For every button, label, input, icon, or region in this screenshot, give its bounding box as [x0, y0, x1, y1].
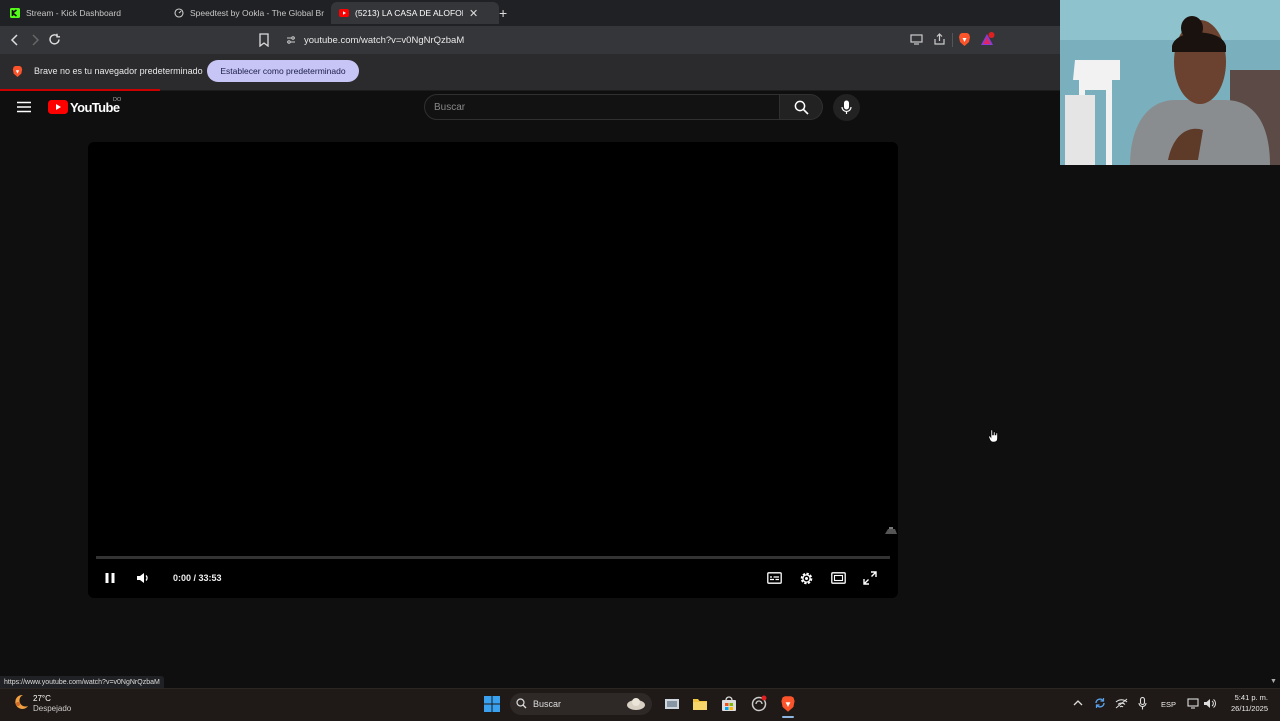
reload-button[interactable]: [47, 32, 62, 47]
weather-widget[interactable]: [12, 693, 30, 711]
volume-icon: [137, 573, 148, 583]
chevron-up-icon: [1073, 700, 1083, 706]
page-load-indicator: [0, 89, 160, 91]
app-button[interactable]: [750, 695, 768, 713]
forward-arrow-icon: [32, 34, 40, 46]
fullscreen-button[interactable]: [860, 568, 880, 588]
folder-icon: [693, 699, 707, 710]
sync-tray-icon[interactable]: [1094, 697, 1106, 709]
region-code: DO: [113, 97, 122, 103]
streamer-webcam-image: [1060, 0, 1280, 165]
clock-time[interactable]: 5:41 p. m.: [1226, 693, 1268, 702]
search-icon: [516, 698, 527, 709]
store-button[interactable]: [721, 696, 737, 712]
start-button[interactable]: [484, 696, 500, 712]
language-indicator[interactable]: ESP: [1161, 700, 1176, 709]
task-view-icon: [665, 699, 679, 709]
theater-mode-icon: [830, 572, 846, 584]
hamburger-menu-icon: [17, 101, 31, 113]
progress-bar[interactable]: [96, 556, 890, 559]
subtitles-icon: [766, 572, 782, 584]
new-tab-button[interactable]: +: [499, 6, 507, 20]
status-bubble-url: https://www.youtube.com/watch?v=v0NgNrQz…: [0, 676, 164, 688]
subtitles-button[interactable]: [764, 568, 784, 588]
app-swirl-icon: [751, 695, 767, 712]
taskbar-search-label[interactable]: Buscar: [533, 699, 561, 709]
weather-temperature[interactable]: 27°C: [33, 694, 51, 703]
brave-lion-icon: [12, 65, 23, 78]
scroll-down-arrow-icon[interactable]: ▼: [1270, 678, 1277, 685]
set-default-button[interactable]: Establecer como predeterminado: [207, 60, 359, 82]
speedtest-icon: [174, 8, 184, 18]
cast-button[interactable]: [910, 34, 923, 45]
url-text[interactable]: youtube.com/watch?v=v0NgNrQzbaM: [304, 35, 464, 46]
address-bar[interactable]: youtube.com/watch?v=v0NgNrQzbaM: [280, 30, 1000, 50]
back-arrow-icon: [10, 34, 18, 46]
bookmark-icon: [259, 33, 269, 47]
time-display: 0:00 / 33:53: [173, 573, 222, 583]
pause-icon: [105, 573, 115, 583]
search-button[interactable]: [780, 94, 823, 120]
player-decoration-icon: [884, 526, 898, 535]
display-tray-icon[interactable]: [1187, 698, 1199, 709]
tab-label: Speedtest by Ookla - The Global Bro: [190, 8, 324, 18]
tab-youtube-active[interactable]: (5213) LA CASA DE ALOFOKE 2 ( ✕: [331, 2, 499, 24]
rewards-triangle-icon: [981, 32, 995, 45]
windows-logo-icon: [484, 696, 500, 712]
mute-button[interactable]: [133, 568, 153, 588]
youtube-logo[interactable]: [48, 100, 68, 114]
site-settings-icon[interactable]: [286, 35, 296, 45]
tab-label: Stream - Kick Dashboard: [26, 8, 121, 18]
toolbar-divider: [952, 33, 953, 47]
video-player[interactable]: [88, 142, 898, 598]
weather-description[interactable]: Despejado: [33, 704, 71, 713]
search-highlight-icon: [626, 696, 646, 712]
brave-lion-icon: [781, 696, 795, 712]
settings-button[interactable]: [796, 568, 816, 588]
volume-tray-icon[interactable]: [1203, 698, 1216, 709]
file-explorer-button[interactable]: [692, 696, 708, 712]
weather-moon-icon: [15, 694, 28, 709]
youtube-icon: [339, 8, 349, 18]
tab-speedtest[interactable]: Speedtest by Ookla - The Global Bro: [170, 2, 324, 24]
brave-rewards-button[interactable]: [980, 32, 995, 47]
clock-date[interactable]: 26/11/2025: [1220, 704, 1268, 713]
tab-kick-dashboard[interactable]: Stream - Kick Dashboard: [6, 2, 170, 24]
active-app-indicator: [782, 716, 794, 718]
youtube-play-icon: [48, 100, 68, 114]
back-button[interactable]: [8, 33, 22, 47]
guide-menu-button[interactable]: [17, 101, 31, 113]
voice-search-button[interactable]: [833, 94, 860, 121]
task-view-button[interactable]: [664, 696, 680, 712]
store-bag-icon: [722, 696, 736, 711]
tab-label: (5213) LA CASA DE ALOFOKE 2 (: [355, 8, 463, 18]
show-hidden-icons-button[interactable]: [1073, 699, 1083, 707]
microphone-icon: [841, 100, 852, 114]
fullscreen-icon: [863, 571, 877, 585]
share-button[interactable]: [933, 33, 946, 46]
theater-mode-button[interactable]: [828, 568, 848, 588]
webcam-overlay: [1060, 0, 1280, 165]
share-icon: [934, 33, 945, 45]
search-input[interactable]: [434, 100, 764, 114]
reload-icon: [49, 33, 60, 45]
microphone-tray-icon[interactable]: [1138, 697, 1147, 710]
cast-icon: [910, 34, 923, 45]
gear-icon: [800, 572, 812, 584]
mouse-cursor-icon: [988, 429, 999, 443]
forward-button[interactable]: [28, 33, 42, 47]
pause-button[interactable]: [100, 568, 120, 588]
close-tab-icon[interactable]: ✕: [469, 7, 478, 20]
brave-lion-icon: [959, 33, 970, 46]
kick-icon: [10, 8, 20, 18]
infobar-message: Brave no es tu navegador predeterminado: [34, 66, 203, 76]
brave-taskbar-button[interactable]: [780, 695, 796, 713]
network-tray-icon[interactable]: [1115, 698, 1128, 709]
bookmark-button[interactable]: [258, 33, 270, 47]
search-icon: [794, 100, 809, 115]
brave-shields-button[interactable]: [958, 32, 971, 47]
